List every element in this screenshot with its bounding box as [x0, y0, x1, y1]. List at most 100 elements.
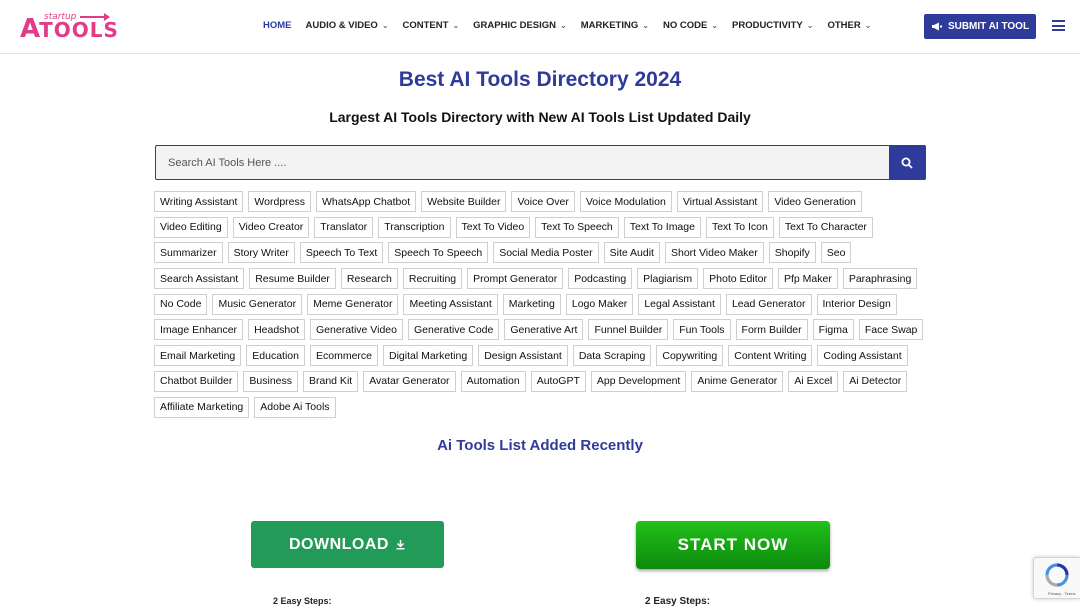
- category-tag[interactable]: Search Assistant: [154, 268, 245, 290]
- category-tag[interactable]: Speech To Speech: [388, 242, 489, 264]
- category-tag[interactable]: Generative Code: [407, 319, 500, 341]
- category-tag[interactable]: WhatsApp Chatbot: [316, 191, 417, 212]
- steps-right-text: 2 Easy Steps:: [645, 596, 711, 607]
- category-tag[interactable]: Marketing: [502, 293, 561, 315]
- category-tag[interactable]: Video Editing: [154, 216, 228, 238]
- category-tag[interactable]: Text To Icon: [705, 216, 774, 238]
- category-tag[interactable]: Research: [340, 268, 398, 290]
- recaptcha-badge[interactable]: Privacy - Terms: [1033, 557, 1080, 599]
- category-tag[interactable]: Speech To Text: [299, 242, 384, 264]
- category-tag[interactable]: Wordpress: [248, 191, 311, 212]
- category-tag[interactable]: Brand Kit: [303, 370, 359, 392]
- category-tag[interactable]: Data Scraping: [572, 345, 652, 367]
- category-tag[interactable]: Adobe Ai Tools: [254, 396, 336, 418]
- category-tag[interactable]: Website Builder: [421, 191, 507, 212]
- submit-ai-tool-button[interactable]: SUBMIT AI TOOL: [924, 14, 1036, 39]
- category-tag[interactable]: Form Builder: [735, 319, 808, 341]
- category-tag[interactable]: Image Enhancer: [154, 319, 244, 341]
- category-tag[interactable]: Business: [243, 370, 298, 392]
- nav-item-audio-video[interactable]: AUDIO & VIDEO ⌄: [306, 20, 389, 31]
- category-tag[interactable]: Recruiting: [402, 268, 463, 290]
- category-tag[interactable]: Pfp Maker: [777, 268, 838, 290]
- category-tag[interactable]: Paraphrasing: [842, 268, 918, 290]
- category-tag[interactable]: Email Marketing: [154, 345, 242, 367]
- category-tag[interactable]: Fun Tools: [673, 319, 731, 341]
- page-subtitle: Largest AI Tools Directory with New AI T…: [329, 109, 751, 125]
- chevron-down-icon: ⌄: [864, 21, 872, 30]
- category-tag[interactable]: Transcription: [378, 216, 451, 238]
- category-tag[interactable]: Ecommerce: [309, 345, 378, 367]
- category-tag[interactable]: Generative Art: [504, 319, 584, 341]
- category-tag[interactable]: Funnel Builder: [588, 319, 669, 341]
- category-tag[interactable]: Meme Generator: [307, 293, 399, 315]
- recaptcha-links[interactable]: Privacy - Terms: [1048, 591, 1075, 596]
- category-tag[interactable]: Face Swap: [858, 319, 924, 341]
- category-tag[interactable]: AutoGPT: [530, 370, 586, 392]
- category-tag[interactable]: Video Creator: [232, 216, 310, 238]
- category-tag[interactable]: Shopify: [768, 242, 816, 264]
- category-tag[interactable]: Design Assistant: [478, 345, 568, 367]
- category-tag[interactable]: Video Generation: [768, 191, 862, 212]
- category-tag[interactable]: Text To Character: [778, 216, 873, 238]
- tag-row: Affiliate Marketing Adobe Ai Tools: [154, 396, 929, 423]
- category-tag[interactable]: Meeting Assistant: [403, 293, 498, 315]
- search-input[interactable]: [156, 146, 891, 179]
- category-tag[interactable]: Content Writing: [728, 345, 813, 367]
- nav-item-no-code[interactable]: NO CODE ⌄: [663, 20, 718, 31]
- nav-item-marketing[interactable]: MARKETING ⌄: [581, 20, 649, 31]
- category-tag[interactable]: Legal Assistant: [638, 293, 721, 315]
- category-tag[interactable]: Education: [246, 345, 305, 367]
- category-tag[interactable]: Affiliate Marketing: [154, 396, 250, 418]
- category-tag[interactable]: Short Video Maker: [664, 242, 764, 264]
- category-tag[interactable]: Headshot: [248, 319, 306, 341]
- category-tag[interactable]: Podcasting: [568, 268, 633, 290]
- category-tag[interactable]: Ai Detector: [843, 370, 908, 392]
- hamburger-menu-icon[interactable]: [1052, 20, 1065, 31]
- category-tag[interactable]: Text To Image: [623, 216, 701, 238]
- nav-item-other[interactable]: OTHER ⌄: [827, 20, 871, 31]
- category-tag[interactable]: Interior Design: [816, 293, 897, 315]
- category-tag[interactable]: Generative Video: [310, 319, 403, 341]
- category-tag[interactable]: Story Writer: [227, 242, 295, 264]
- start-now-ad-button[interactable]: START NOW: [636, 521, 830, 569]
- nav-item-label: GRAPHIC DESIGN: [473, 20, 557, 31]
- category-tag[interactable]: Writing Assistant: [154, 191, 244, 212]
- site-logo[interactable]: startup ATOOLS: [20, 12, 118, 44]
- category-tag[interactable]: Chatbot Builder: [154, 370, 239, 392]
- category-tag[interactable]: App Development: [590, 370, 687, 392]
- category-tag[interactable]: Ai Excel: [788, 370, 839, 392]
- category-tag[interactable]: Seo: [820, 242, 852, 264]
- category-tag[interactable]: Voice Over: [511, 191, 575, 212]
- nav-item-graphic-design[interactable]: GRAPHIC DESIGN ⌄: [473, 20, 567, 31]
- category-tag[interactable]: Plagiarism: [637, 268, 699, 290]
- category-tag[interactable]: Music Generator: [212, 293, 303, 315]
- download-ad-button[interactable]: DOWNLOAD: [251, 521, 444, 568]
- category-tag[interactable]: No Code: [154, 293, 208, 315]
- category-tag[interactable]: Voice Modulation: [579, 191, 672, 212]
- category-tag[interactable]: Avatar Generator: [363, 370, 456, 392]
- category-tag[interactable]: Copywriting: [656, 345, 724, 367]
- category-tag[interactable]: Anime Generator: [691, 370, 784, 392]
- category-tag[interactable]: Social Media Poster: [493, 242, 599, 264]
- category-tag[interactable]: Virtual Assistant: [676, 191, 764, 212]
- nav-item-productivity[interactable]: PRODUCTIVITY ⌄: [732, 20, 813, 31]
- category-tag[interactable]: Figma: [812, 319, 854, 341]
- category-tag[interactable]: Text To Speech: [535, 216, 619, 238]
- category-tag[interactable]: Text To Video: [455, 216, 531, 238]
- category-tag[interactable]: Summarizer: [154, 242, 223, 264]
- category-tag[interactable]: Automation: [460, 370, 526, 392]
- category-tag[interactable]: Logo Maker: [565, 293, 634, 315]
- category-tag[interactable]: Site Audit: [603, 242, 660, 264]
- nav-item-home[interactable]: HOME: [263, 20, 292, 31]
- category-tag[interactable]: Photo Editor: [703, 268, 773, 290]
- search-button[interactable]: [889, 145, 925, 180]
- nav-item-content[interactable]: CONTENT ⌄: [403, 20, 460, 31]
- category-tag[interactable]: Lead Generator: [725, 293, 812, 315]
- category-tag[interactable]: Prompt Generator: [467, 268, 564, 290]
- category-tag[interactable]: Digital Marketing: [383, 345, 474, 367]
- category-tag[interactable]: Translator: [314, 216, 374, 238]
- category-tag[interactable]: Resume Builder: [249, 268, 336, 290]
- category-tag[interactable]: Coding Assistant: [817, 345, 908, 367]
- chevron-down-icon: ⌄: [381, 21, 389, 30]
- recent-tools-heading: Ai Tools List Added Recently: [437, 437, 643, 454]
